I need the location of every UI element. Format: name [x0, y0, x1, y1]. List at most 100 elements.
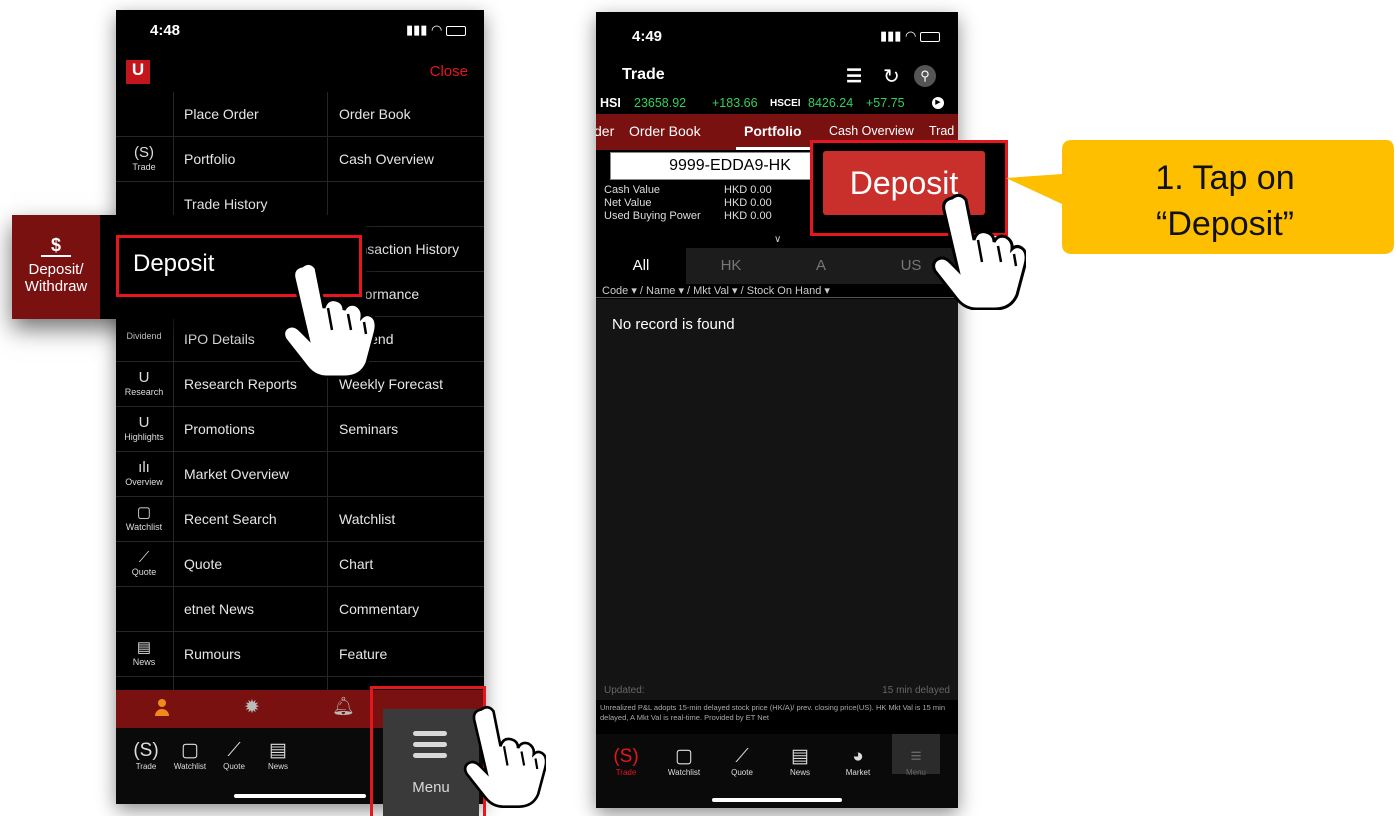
callout-line-2: “Deposit” [1156, 205, 1294, 243]
menu-section-watchlist: ▢ Watchlist [116, 505, 172, 533]
section-icon: ⟋ [138, 549, 150, 566]
deposit-withdraw-label: Deposit/ Withdraw [24, 261, 88, 295]
menu-row: etnet News Commentary [116, 587, 484, 632]
summary-label: Cash Value [604, 184, 661, 196]
search-icon[interactable]: ⚲ [914, 65, 936, 87]
quote-icon: ⟋ [227, 740, 241, 761]
pointing-hand-icon [282, 261, 376, 378]
market-icon: ◕ [852, 746, 864, 767]
bell-icon[interactable]: 🔔︎ [332, 696, 355, 717]
tab-menu[interactable]: ≡ Menu [892, 734, 940, 777]
section-label: Watchlist [125, 522, 163, 532]
section-label: Research [124, 387, 164, 397]
summary-value: HKD 0.00 [724, 210, 772, 222]
menu-section-research: U Research [116, 370, 172, 398]
menu-item[interactable]: Quote [184, 542, 222, 587]
menu-item[interactable]: Place Order [184, 92, 259, 137]
hsi-change: +183.66 [712, 96, 758, 110]
home-indicator [712, 798, 842, 802]
news-icon: ▤ [269, 740, 287, 761]
tab-watchlist[interactable]: ▢ Watchlist [166, 740, 214, 771]
hscei-value: 8426.24 [808, 96, 854, 110]
deposit-menu-label: Deposit [133, 250, 215, 277]
menu-item[interactable]: Recent Search [184, 497, 277, 542]
menu-icon: ≡ [910, 746, 922, 767]
tab-label: Watchlist [667, 768, 701, 777]
menu-item[interactable]: Feature [339, 632, 387, 677]
tab-label: Trade [615, 768, 637, 777]
menu-item[interactable]: Market Overview [184, 452, 289, 497]
menu-row: U Highlights Promotions Seminars [116, 407, 484, 452]
tab-market[interactable]: ◕ Market [834, 746, 882, 777]
filter-icon[interactable]: ☰ [846, 66, 862, 87]
tab-place-order[interactable]: der [596, 123, 614, 139]
section-icon: ılı [138, 459, 150, 476]
menu-item[interactable]: IPO Details [184, 317, 255, 362]
tab-news[interactable]: ▤ News [776, 746, 824, 777]
wifi-icon: ◠ [431, 22, 443, 37]
left-phone: 4:48 ▮▮▮ ◠ U Close Place Order Order Book… [116, 10, 484, 804]
summary-label: Net Value [604, 197, 652, 209]
tab-trade[interactable]: (S) Trade [602, 746, 650, 777]
tab-watchlist[interactable]: ▢ Watchlist [660, 746, 708, 777]
menu-item[interactable]: Watchlist [339, 497, 395, 542]
market-tab-hk[interactable]: HK [686, 248, 776, 284]
tab-quote[interactable]: ⟋ Quote [718, 746, 766, 777]
tab-order-book[interactable]: Order Book [629, 123, 701, 139]
wifi-icon: ◠ [905, 28, 917, 43]
empty-state-text: No record is found [612, 316, 735, 333]
updated-row: Updated: 15 min delayed [596, 682, 958, 700]
columns-header[interactable]: Code ▾ / Name ▾ / Mkt Val ▾ / Stock On H… [596, 284, 958, 298]
quote-icon: ⟋ [735, 746, 749, 767]
menu-item[interactable]: Rumours [184, 632, 241, 677]
hsi-value: 23658.92 [634, 96, 687, 110]
signal-icon: ▮▮▮ [879, 28, 902, 43]
status-time: 4:49 [632, 28, 663, 45]
updated-label: Updated: [604, 685, 645, 696]
menu-row: Place Order Order Book [116, 92, 484, 137]
menu-section-trade: (S) Trade [116, 144, 172, 173]
hscei-label: HSCEI [770, 98, 801, 109]
deposit-withdraw-side[interactable]: $ Deposit/ Withdraw [12, 215, 100, 319]
chevron-down-icon[interactable]: ∨ [774, 234, 781, 245]
menu-section-overview: ılı Overview [116, 459, 172, 488]
tab-news[interactable]: ▤ News [254, 740, 302, 771]
market-tab-a[interactable]: A [776, 248, 866, 284]
menu-item[interactable]: Cash Overview [339, 137, 434, 182]
index-ticker: HSI 23658.92 +183.66 HSCEI 8426.24 +57.7… [596, 96, 958, 114]
section-label: Overview [125, 477, 163, 487]
news-icon: ▤ [791, 746, 809, 767]
menu-item[interactable]: Portfolio [184, 137, 235, 182]
tab-cash-overview[interactable]: Cash Overview [829, 124, 914, 138]
person-icon[interactable] [154, 699, 170, 717]
menu-row: ılı Overview Market Overview [116, 452, 484, 497]
refresh-icon[interactable]: ↻ [883, 64, 900, 89]
tab-trade[interactable]: (S) Trade [122, 740, 170, 771]
tab-label: News [789, 768, 810, 777]
hand-coin-icon: $ [50, 235, 61, 255]
play-icon[interactable]: ▶ [932, 97, 944, 109]
gear-icon[interactable]: ✹ [244, 696, 260, 719]
tab-quote[interactable]: ⟋ Quote [210, 740, 258, 771]
menu-item[interactable]: Seminars [339, 407, 398, 452]
menu-item[interactable]: Commentary [339, 587, 419, 632]
section-icon: (S) [134, 144, 154, 161]
menu-section-highlights: U Highlights [116, 415, 172, 443]
menu-item[interactable]: Order Book [339, 92, 411, 137]
callout-line-1: 1. Tap on [1155, 159, 1295, 197]
market-tab-all[interactable]: All [596, 248, 686, 284]
tab-portfolio[interactable]: Portfolio [744, 123, 802, 139]
status-icons: ▮▮▮ ◠ [880, 28, 940, 44]
tab-trade-history[interactable]: Trad [929, 124, 954, 138]
menu-item[interactable]: Chart [339, 542, 373, 587]
page-title: Trade [622, 66, 665, 83]
close-button[interactable]: Close [430, 63, 468, 80]
section-label: Highlights [124, 432, 164, 442]
section-icon: ▤ [136, 639, 152, 656]
hscei-change: +57.75 [866, 96, 905, 110]
menu-item[interactable]: etnet News [184, 587, 254, 632]
menu-item[interactable]: Promotions [184, 407, 255, 452]
menu-row: ⟋ Quote Quote Chart [116, 542, 484, 587]
section-label: News [132, 657, 156, 667]
callout-text: 1. Tap on “Deposit” [1070, 155, 1380, 247]
